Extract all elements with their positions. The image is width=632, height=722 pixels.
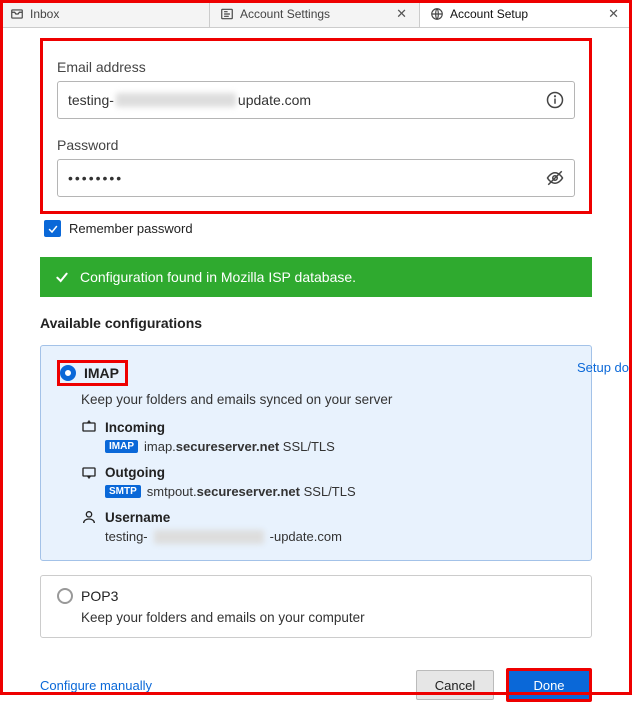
done-button[interactable]: Done	[506, 668, 592, 702]
setup-doc-link[interactable]: Setup do	[577, 360, 629, 375]
smtp-badge: SMTP	[105, 485, 141, 498]
pop3-radio[interactable]	[57, 588, 73, 604]
globe-icon	[430, 7, 444, 21]
password-label: Password	[57, 137, 575, 153]
username-row: Username	[81, 509, 575, 525]
tab-bar: Inbox Account Settings ✕ Account Setup ✕	[0, 0, 632, 28]
remember-checkbox[interactable]	[44, 220, 61, 237]
configure-manually-link[interactable]: Configure manually	[40, 678, 152, 693]
tab-label: Inbox	[30, 7, 59, 21]
imap-radio[interactable]	[60, 365, 76, 381]
info-icon[interactable]	[546, 91, 564, 109]
tab-label: Account Setup	[450, 7, 528, 21]
tab-inbox[interactable]: Inbox	[0, 0, 210, 27]
outgoing-icon	[81, 464, 97, 480]
tab-label: Account Settings	[240, 7, 330, 21]
imap-config-card[interactable]: IMAP Keep your folders and emails synced…	[40, 345, 592, 561]
incoming-server: IMAP imap.secureserver.net SSL/TLS	[105, 439, 575, 454]
remember-label: Remember password	[69, 221, 193, 236]
pop3-label: POP3	[81, 588, 118, 604]
username-value: testing-xxxxxxxx-update.com	[105, 529, 575, 544]
imap-desc: Keep your folders and emails synced on y…	[81, 392, 575, 407]
check-icon	[54, 269, 70, 285]
outgoing-row: Outgoing	[81, 464, 575, 480]
tab-account-setup[interactable]: Account Setup ✕	[420, 0, 632, 27]
incoming-row: Incoming	[81, 419, 575, 435]
footer: Configure manually Cancel Done	[40, 668, 592, 702]
outgoing-server: SMTP smtpout.secureserver.net SSL/TLS	[105, 484, 575, 499]
inbox-icon	[10, 7, 24, 21]
imap-badge: IMAP	[105, 440, 138, 453]
close-icon[interactable]: ✕	[394, 6, 409, 22]
incoming-icon	[81, 419, 97, 435]
banner-text: Configuration found in Mozilla ISP datab…	[80, 269, 356, 285]
available-configs-title: Available configurations	[40, 315, 592, 331]
cancel-button[interactable]: Cancel	[416, 670, 494, 700]
pop3-desc: Keep your folders and emails on your com…	[81, 610, 575, 625]
success-banner: Configuration found in Mozilla ISP datab…	[40, 257, 592, 297]
credentials-box: Email address testing-xxxxxxxxupdate.com…	[40, 38, 592, 214]
imap-label: IMAP	[84, 365, 119, 381]
email-label: Email address	[57, 59, 575, 75]
password-field[interactable]	[68, 170, 546, 186]
pop3-config-card[interactable]: POP3 Keep your folders and emails on you…	[40, 575, 592, 638]
user-icon	[81, 509, 97, 525]
remember-password-row[interactable]: Remember password	[44, 220, 592, 237]
eye-off-icon[interactable]	[546, 169, 564, 187]
main-content: Email address testing-xxxxxxxxupdate.com…	[0, 28, 632, 722]
email-input-wrap[interactable]: testing-xxxxxxxxupdate.com	[57, 81, 575, 119]
tab-account-settings[interactable]: Account Settings ✕	[210, 0, 420, 27]
settings-icon	[220, 7, 234, 21]
email-field[interactable]: testing-xxxxxxxxupdate.com	[68, 92, 546, 108]
check-icon	[47, 223, 59, 235]
close-icon[interactable]: ✕	[606, 6, 621, 22]
password-input-wrap[interactable]	[57, 159, 575, 197]
imap-highlight: IMAP	[57, 360, 128, 386]
